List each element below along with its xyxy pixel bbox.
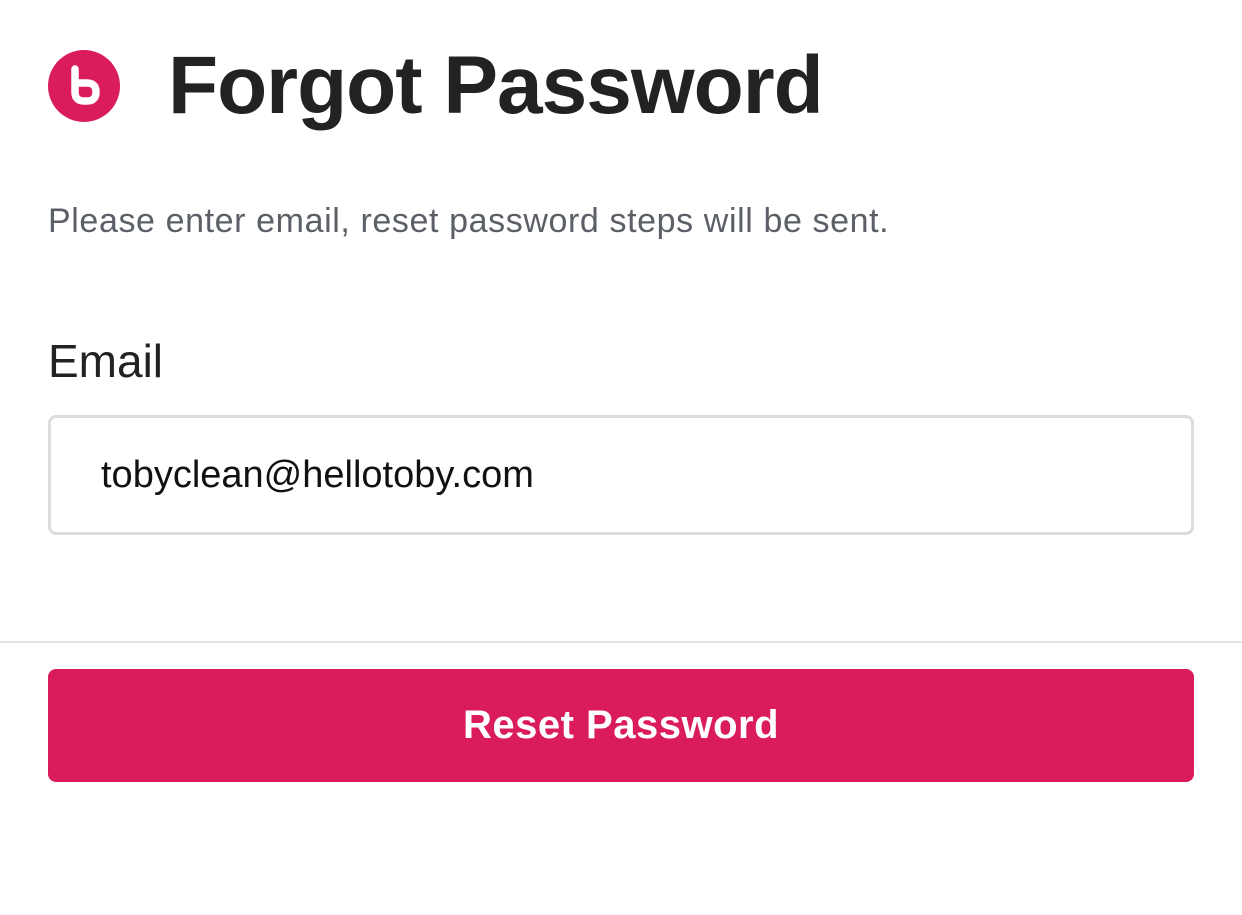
- page-title: Forgot Password: [168, 40, 824, 131]
- toby-logo-icon: [48, 50, 120, 122]
- divider: [0, 641, 1242, 643]
- page-header: Forgot Password: [48, 40, 824, 132]
- email-input[interactable]: [48, 415, 1194, 535]
- reset-password-button[interactable]: Reset Password: [48, 669, 1194, 782]
- instructions-text: Please enter email, reset password steps…: [48, 202, 890, 240]
- forgot-password-page: Forgot Password Please enter email, rese…: [0, 0, 1242, 915]
- email-label: Email: [48, 335, 164, 387]
